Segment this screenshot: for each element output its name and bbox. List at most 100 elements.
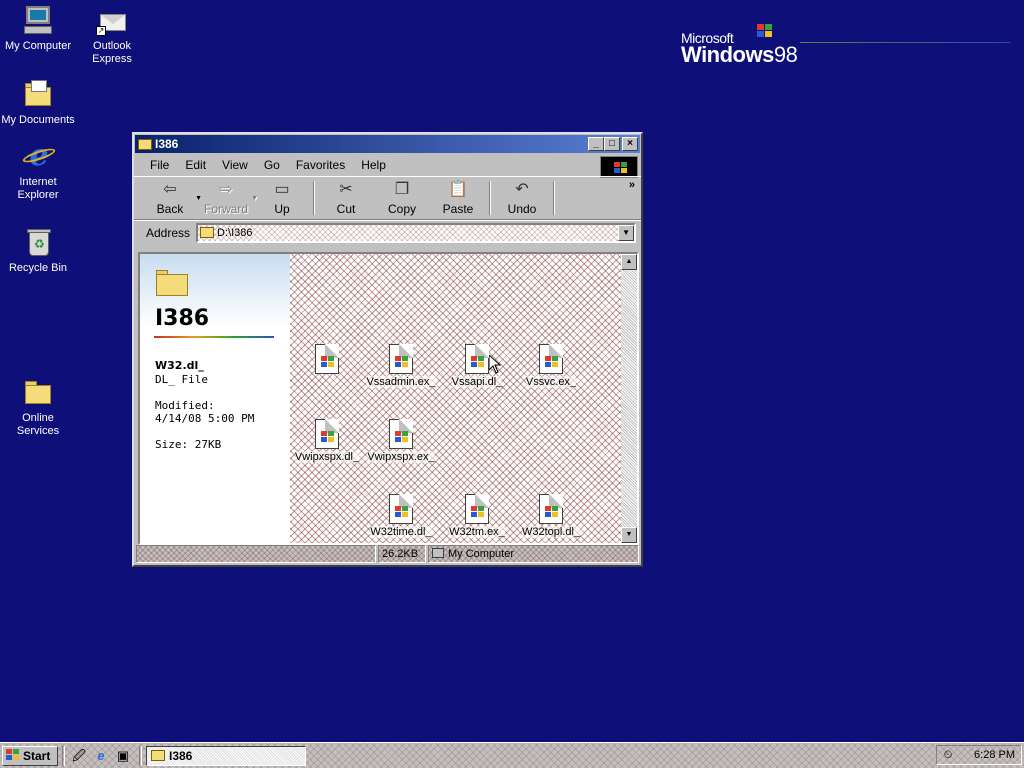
address-bar: Address D:\I386 ▼ [134, 220, 641, 244]
file-item[interactable]: Vssapi.dl_ [440, 344, 514, 388]
file-name: Vssvc.ex_ [525, 376, 577, 388]
menu-bar: File Edit View Go Favorites Help [134, 154, 641, 178]
cut-label: Cut [336, 202, 356, 216]
desktop-icon-recycle-bin[interactable]: ♻ Recycle Bin [0, 226, 76, 275]
menu-edit[interactable]: Edit [177, 158, 214, 172]
taskbar-button-i386[interactable]: I386 [146, 745, 306, 766]
window-title: I386 [155, 137, 179, 151]
file-item[interactable]: W32tm.ex_ [440, 494, 514, 538]
back-button[interactable]: ⇦ Back ▼ [142, 177, 202, 219]
start-button[interactable]: Start [2, 745, 58, 766]
undo-button[interactable]: ↶ Undo [494, 177, 550, 219]
quick-launch-separator [62, 745, 65, 766]
explorer-window[interactable]: I386 _ □ × File Edit View Go Favorites H… [132, 132, 643, 567]
recycle-bin-icon: ♻ [22, 226, 54, 258]
address-field[interactable]: D:\I386 ▼ [196, 222, 637, 243]
close-button[interactable]: × [622, 137, 638, 151]
desktop-icon-online-services[interactable]: Online Services [0, 376, 76, 438]
show-desktop-icon[interactable]: 🖉 [69, 746, 89, 766]
logo-version: 98 [773, 42, 798, 67]
toolbar-separator [489, 181, 491, 215]
desktop-icon-label: Recycle Bin [8, 262, 68, 274]
internet-explorer-icon[interactable]: e [91, 746, 111, 766]
file-name: W32time.dl_ [370, 526, 432, 538]
cut-button[interactable]: ✂ Cut [318, 177, 374, 219]
folder-icon [22, 376, 54, 408]
desktop-icon-internet-explorer[interactable]: e Internet Explorer [0, 140, 76, 202]
address-dropdown-button[interactable]: ▼ [618, 224, 635, 241]
file-item[interactable]: W32time.dl_ [364, 494, 438, 538]
back-label: Back [156, 202, 184, 216]
forward-button[interactable]: ⇨ Forward ▼ [198, 177, 258, 219]
modified-value: 4/14/08 5:00 PM [155, 412, 255, 425]
webview-info-pane: I386 W32.dl_ DL_ File Modified: 4/14/08 … [140, 254, 290, 543]
scroll-up-button[interactable]: ▲ [621, 254, 637, 270]
folder-view: I386 W32.dl_ DL_ File Modified: 4/14/08 … [138, 252, 639, 545]
title-bar[interactable]: I386 _ □ × [135, 135, 640, 153]
back-arrow-icon: ⇦ [163, 181, 177, 198]
copy-button[interactable]: ❐ Copy [374, 177, 430, 219]
address-label: Address [146, 225, 191, 240]
folder-icon [151, 750, 165, 761]
up-button[interactable]: ▭ Up [254, 177, 310, 219]
scissors-icon: ✂ [339, 181, 353, 198]
selected-file-name: W32.dl_ [155, 359, 204, 372]
status-zone-label: My Computer [448, 548, 515, 560]
file-item[interactable]: Vssvc.ex_ [514, 344, 588, 388]
status-size: 26.2KB [378, 545, 426, 563]
file-name: Vssadmin.ex_ [366, 376, 436, 388]
scroll-down-button[interactable]: ▼ [621, 527, 637, 543]
clock[interactable]: 6:28 PM [974, 749, 1015, 761]
desktop-icon-my-documents[interactable]: My Documents [0, 78, 76, 127]
windows-file-icon [539, 344, 563, 374]
paste-button[interactable]: 📋 Paste [430, 177, 486, 219]
menu-view[interactable]: View [214, 158, 256, 172]
windows-file-icon [539, 494, 563, 524]
desktop-icon-my-computer[interactable]: My Computer [0, 4, 76, 53]
folder-icon [200, 227, 215, 238]
channels-icon[interactable]: ▣ [113, 746, 133, 766]
paste-label: Paste [442, 202, 474, 216]
forward-label: Forward [203, 202, 248, 216]
system-tray: ⏲ 6:28 PM [936, 745, 1022, 765]
taskbar-button-label: I386 [169, 748, 193, 763]
folder-title: I386 [155, 306, 210, 331]
undo-label: Undo [507, 202, 537, 216]
desktop-icon-label: My Computer [4, 40, 72, 52]
minimize-button[interactable]: _ [588, 137, 604, 151]
file-item[interactable]: Vwipxspx.ex_ [364, 419, 438, 463]
logo-product: Windows [681, 42, 774, 67]
menu-favorites[interactable]: Favorites [288, 158, 353, 172]
folder-icon [156, 270, 188, 298]
file-item[interactable] [290, 344, 364, 388]
menu-help[interactable]: Help [353, 158, 394, 172]
address-value: D:\I386 [217, 226, 253, 239]
paste-icon: 📋 [448, 181, 468, 198]
file-name: Vwipxspx.ex_ [367, 451, 435, 463]
maximize-button[interactable]: □ [604, 137, 620, 151]
windows-file-icon [389, 419, 413, 449]
menu-go[interactable]: Go [256, 158, 288, 172]
vertical-scrollbar[interactable]: ▲ ▼ [621, 254, 637, 543]
standard-toolbar: ⇦ Back ▼ ⇨ Forward ▼ ▭ Up ✂ Cut ❐ Copy 📋… [134, 176, 641, 220]
menu-file[interactable]: File [142, 158, 177, 172]
my-documents-icon [22, 78, 54, 110]
desktop-icon-label: Online Services [16, 412, 60, 437]
scheduler-icon[interactable]: ⏲ [941, 748, 955, 762]
file-list[interactable]: Vssadmin.ex_ Vssapi.dl_ Vssvc.ex_ Vwipxs… [290, 254, 624, 543]
windows-file-icon [465, 494, 489, 524]
toolbar-separator [313, 181, 315, 215]
toolbar-more-chevron-icon[interactable]: » [629, 179, 635, 191]
up-folder-icon: ▭ [274, 181, 290, 198]
file-item[interactable]: W32topl.dl_ [514, 494, 588, 538]
undo-icon: ↶ [515, 181, 529, 198]
desktop-icon-label: Outlook Express [92, 40, 132, 65]
status-message [136, 545, 376, 563]
windows-file-icon [315, 344, 339, 374]
file-item[interactable]: Vssadmin.ex_ [364, 344, 438, 388]
file-item[interactable]: Vwipxspx.dl_ [290, 419, 364, 463]
outlook-express-icon: ↗ [96, 4, 128, 36]
desktop-icon-outlook-express[interactable]: ↗ Outlook Express [74, 4, 150, 66]
color-rule [154, 336, 274, 338]
windows-flag-icon [6, 749, 20, 762]
